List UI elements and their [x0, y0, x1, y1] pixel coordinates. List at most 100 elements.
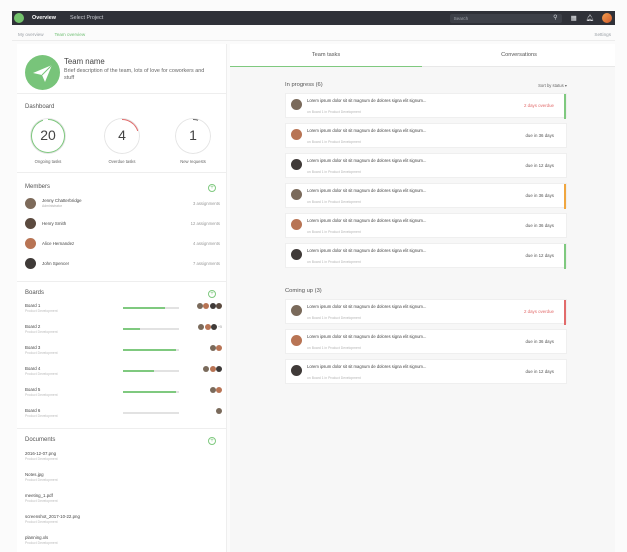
task-title: Lorem ipsum dolor sit sit magnum de dolo…: [307, 218, 427, 223]
gauge-value: 4: [118, 127, 126, 143]
member-row[interactable]: Henry Smith 12 assignments: [25, 218, 220, 232]
board-progress-fill: [123, 307, 165, 309]
board-progress-bar: [123, 328, 179, 330]
task-title: Lorem ipsum dolor sit sit magnum de dolo…: [307, 188, 427, 193]
documents-title: Documents: [25, 437, 56, 443]
settings-link[interactable]: Settings: [594, 32, 611, 37]
member-assignment-count: 3 assignments: [193, 201, 220, 206]
task-due-status: 2 days overdue: [523, 309, 554, 314]
nav-select-project[interactable]: Select Project: [70, 15, 103, 21]
task-location: on Board 1 in Product Development: [307, 230, 361, 234]
document-row[interactable]: Notes.jpg Product Development: [25, 472, 220, 486]
task-location: on Board 1 in Product Development: [307, 200, 361, 204]
board-progress-fill: [123, 391, 177, 393]
task-title: Lorem ipsum dolor sit sit magnum de dolo…: [307, 364, 427, 369]
team-sidebar: Team name Brief description of the team,…: [17, 44, 227, 552]
board-row[interactable]: Board 5 Product Development: [25, 387, 222, 401]
gauge-label: Overdue tasks: [108, 159, 136, 164]
task-card[interactable]: Lorem ipsum dolor sit sit magnum de dolo…: [285, 359, 567, 384]
board-member-avatar: [216, 303, 222, 309]
task-assignee-avatar: [291, 159, 302, 170]
board-subtitle: Product Development: [25, 351, 58, 355]
document-row[interactable]: 2016-12-07.png Product Development: [25, 451, 220, 465]
board-member-avatar: [209, 345, 216, 351]
member-avatar: [25, 218, 36, 229]
notification-bell-icon[interactable]: 🔔︎: [586, 14, 594, 22]
board-subtitle: Product Development: [25, 393, 58, 397]
task-due-status: due in 12 days: [525, 253, 554, 258]
task-location: on Board 1 in Product Development: [307, 316, 361, 320]
board-row[interactable]: Board 1 Product Development: [25, 303, 222, 317]
search-icon[interactable]: ⚲: [553, 15, 557, 22]
board-member-avatar: [203, 366, 209, 372]
board-name: Board 3: [25, 345, 41, 350]
gauge-face: 4: [106, 120, 138, 152]
task-card[interactable]: Lorem ipsum dolor sit sit magnum de dolo…: [285, 123, 567, 148]
tab-conversations[interactable]: Conversations: [423, 44, 615, 67]
task-location: on Board 1 in Product Development: [307, 170, 361, 174]
member-row[interactable]: Jenny Chatterbridge Administrator 3 assign…: [25, 198, 220, 212]
member-assignment-count: 4 assignments: [193, 241, 220, 246]
member-name: Henry Smith: [42, 221, 67, 226]
task-card[interactable]: Lorem ipsum dolor sit sit magnum de dolo…: [285, 153, 567, 178]
board-row[interactable]: Board 6 Product Development: [25, 408, 222, 422]
board-row[interactable]: Board 3 Product Development: [25, 345, 222, 359]
task-card[interactable]: Lorem ipsum dolor sit sit magnum de dolo…: [285, 299, 567, 325]
tab-team-tasks[interactable]: Team tasks: [230, 44, 422, 67]
task-card[interactable]: Lorem ipsum dolor sit sit magnum de dolo…: [285, 213, 567, 238]
board-subtitle: Product Development: [25, 330, 58, 334]
task-assignee-avatar: [291, 129, 302, 140]
task-due-status: due in 12 days: [525, 163, 554, 168]
document-row[interactable]: screenshot_2017-10-22.png Product Develop…: [25, 514, 220, 528]
sub-navigation: My overview Team overview Settings: [12, 28, 615, 41]
apps-grid-icon[interactable]: ▦: [571, 14, 577, 22]
board-member-avatar: [216, 366, 222, 372]
subnav-team-overview[interactable]: Team overview: [55, 32, 86, 37]
add-board-button[interactable]: +: [208, 290, 216, 298]
board-member-avatar: [209, 366, 216, 372]
tab-bar: Team tasks Conversations: [230, 44, 615, 67]
board-row[interactable]: Board 4 Product Development: [25, 366, 222, 380]
board-member-avatar: [196, 303, 203, 309]
task-assignee-avatar: [291, 365, 302, 376]
board-row[interactable]: Board 2 Product Development +5: [25, 324, 222, 338]
search-input[interactable]: Search ⚲: [449, 13, 562, 23]
tasks-panel: Team tasks Conversations In progress (6)…: [230, 44, 615, 552]
document-row[interactable]: meeting_1.pdf Product Development: [25, 493, 220, 507]
task-card[interactable]: Lorem ipsum dolor sit sit magnum de dolo…: [285, 93, 567, 119]
task-title: Lorem ipsum dolor sit sit magnum de dolo…: [307, 248, 427, 253]
board-member-avatar: [209, 387, 216, 393]
gauge-value: 1: [189, 127, 197, 143]
sort-dropdown[interactable]: Sort by status ▾: [538, 83, 567, 88]
document-subtitle: Product Development: [25, 457, 58, 461]
board-progress-bar: [123, 349, 179, 351]
board-member-avatar: [216, 345, 222, 351]
task-status-strip: [564, 244, 566, 269]
member-row[interactable]: Alice Hernandez 4 assignments: [25, 238, 220, 252]
document-row[interactable]: planning.xls Product Development: [25, 535, 220, 549]
team-logo: [25, 55, 60, 90]
board-member-avatar: [203, 303, 209, 309]
subnav-my-overview[interactable]: My overview: [18, 32, 44, 37]
board-member-avatars: [184, 345, 222, 353]
app-logo-icon[interactable]: [14, 13, 24, 23]
board-subtitle: Product Development: [25, 414, 58, 418]
member-assignment-count: 7 assignments: [193, 261, 220, 266]
task-card[interactable]: Lorem ipsum dolor sit sit magnum de dolo…: [285, 329, 567, 354]
member-avatar: [25, 238, 36, 249]
member-row[interactable]: John Spencer 7 assignments: [25, 258, 220, 272]
user-avatar[interactable]: [602, 13, 612, 23]
task-card[interactable]: Lorem ipsum dolor sit sit magnum de dolo…: [285, 183, 567, 209]
add-document-button[interactable]: +: [208, 437, 216, 445]
document-subtitle: Product Development: [25, 499, 58, 503]
board-member-avatar: [211, 324, 217, 330]
task-assignee-avatar: [291, 99, 302, 110]
board-name: Board 2: [25, 324, 41, 329]
task-card[interactable]: Lorem ipsum dolor sit sit magnum de dolo…: [285, 243, 567, 269]
add-member-button[interactable]: +: [208, 184, 216, 192]
nav-overview[interactable]: Overview: [32, 15, 56, 21]
board-member-avatars: [184, 303, 222, 311]
task-title: Lorem ipsum dolor sit sit magnum de dolo…: [307, 98, 427, 103]
team-name: Team name: [64, 57, 105, 66]
member-role: Administrator: [42, 204, 62, 208]
